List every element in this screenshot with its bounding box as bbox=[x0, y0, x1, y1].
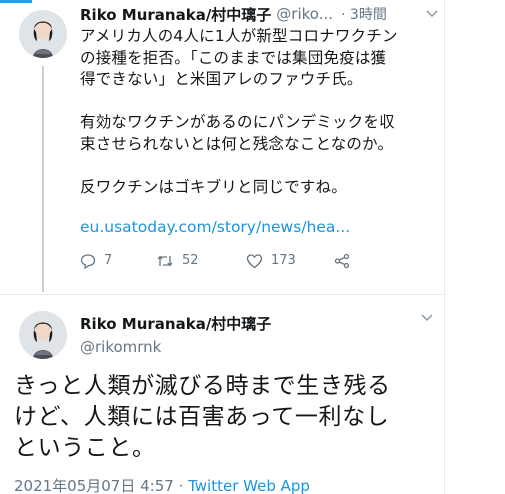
retweet-icon bbox=[157, 254, 173, 267]
heart-icon bbox=[246, 253, 263, 268]
avatar[interactable] bbox=[19, 10, 67, 58]
reply-count: 7 bbox=[104, 253, 113, 268]
author-handle[interactable]: @rikomrnk bbox=[80, 338, 161, 356]
avatar[interactable] bbox=[19, 311, 67, 359]
chevron-down-icon[interactable] bbox=[421, 313, 433, 323]
retweet-button[interactable]: 52 bbox=[156, 253, 246, 269]
like-button[interactable]: 173 bbox=[246, 253, 334, 269]
author-name[interactable]: Riko Muranaka/村中璃子 bbox=[80, 4, 271, 25]
reply-button[interactable]: 7 bbox=[80, 253, 156, 269]
tweet-2-text: きっと人類が滅びる時まで生き残る けど、人類には百害あって一利なし ということ。 bbox=[14, 371, 444, 464]
text-line: 得できない」と米国アレのファウチ氏。 bbox=[80, 70, 363, 88]
text-line: けど、人類には百害あって一利なし bbox=[14, 404, 390, 430]
text-line: きっと人類が滅びる時まで生き残る bbox=[14, 373, 391, 399]
thread-connector-line bbox=[42, 66, 44, 292]
share-button[interactable] bbox=[334, 253, 350, 269]
reply-icon bbox=[80, 253, 96, 269]
text-line: 反ワクチンはゴキブリと同じですね。 bbox=[80, 177, 347, 196]
avatar-icon bbox=[19, 311, 67, 359]
share-icon bbox=[334, 253, 350, 268]
tweet-1-actions: 7 52 173 bbox=[80, 250, 440, 272]
tweet-2-meta: 2021年05月07日 4:57 · Twitter Web App bbox=[14, 475, 310, 494]
author-handle[interactable]: @riko... bbox=[276, 5, 333, 23]
tweet-1-text: アメリカ人の4人に1人が新型コロナワクチン の接種を拒否。「このままでは集団免疫… bbox=[80, 26, 440, 198]
tweet-thread-card: Riko Muranaka/村中璃子 @riko... · 3時間 アメリカ人の… bbox=[0, 0, 445, 494]
chevron-down-icon[interactable] bbox=[426, 9, 438, 19]
divider bbox=[0, 294, 445, 295]
text-line: 束させられないとは何と残念なことなのか。 bbox=[80, 134, 394, 153]
avatar-icon bbox=[19, 10, 67, 58]
text-line: アメリカ人の4人に1人が新型コロナワクチン bbox=[80, 27, 398, 45]
tweet-1-header: Riko Muranaka/村中璃子 @riko... · 3時間 bbox=[80, 0, 440, 28]
tweet-1-paragraph-3: 反ワクチンはゴキブリと同じですね。 bbox=[80, 177, 440, 199]
text-line: ということ。 bbox=[14, 435, 156, 461]
tweet-date[interactable]: 2021年05月07日 4:57 · bbox=[14, 477, 188, 494]
tweet-1[interactable]: Riko Muranaka/村中璃子 @riko... · 3時間 アメリカ人の… bbox=[80, 0, 440, 272]
tweet-1-paragraph-2: 有効なワクチンがあるのにパンデミックを収 束させられないとは何と残念なことなのか… bbox=[80, 112, 440, 155]
text-line: 有効なワクチンがあるのにパンデミックを収 bbox=[80, 113, 395, 131]
article-link[interactable]: eu.usatoday.com/story/news/hea... bbox=[80, 218, 440, 236]
tweet-1-paragraph-1: アメリカ人の4人に1人が新型コロナワクチン の接種を拒否。「このままでは集団免疫… bbox=[80, 26, 440, 91]
retweet-count: 52 bbox=[182, 253, 199, 268]
timestamp[interactable]: · 3時間 bbox=[341, 4, 387, 24]
text-line: の接種を拒否。「このままでは集団免疫は獲 bbox=[80, 48, 387, 67]
author-name[interactable]: Riko Muranaka/村中璃子 bbox=[80, 313, 271, 334]
tweet-source[interactable]: Twitter Web App bbox=[188, 477, 310, 494]
like-count: 173 bbox=[271, 253, 296, 268]
